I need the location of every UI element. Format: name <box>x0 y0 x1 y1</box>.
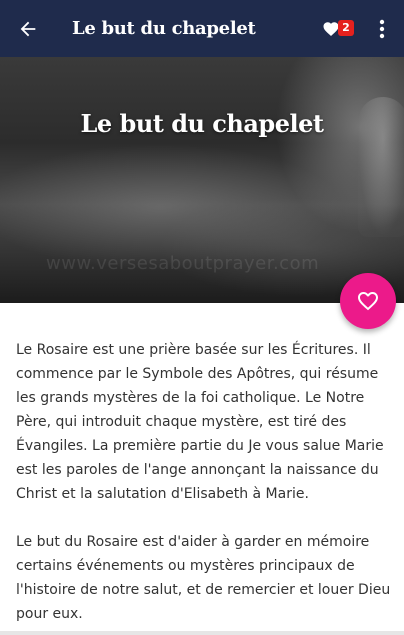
hero-image: Le but du chapelet www.versesaboutprayer… <box>0 57 404 303</box>
favorite-fab-button[interactable] <box>340 273 396 329</box>
arrow-left-icon <box>20 21 36 36</box>
more-vertical-icon <box>379 19 385 38</box>
hero-title: Le but du chapelet <box>80 109 324 138</box>
favorites-count-badge: 2 <box>338 20 354 36</box>
overflow-menu-button[interactable] <box>366 0 398 57</box>
hero-watermark: www.versesaboutprayer.com <box>46 253 320 274</box>
back-button[interactable] <box>0 0 56 57</box>
favorites-button[interactable]: 2 <box>320 0 356 57</box>
app-bar-title: Le but du chapelet <box>72 18 256 39</box>
bottom-divider <box>0 631 404 635</box>
article-body: Le Rosaire est une prière basée sur les … <box>16 338 392 635</box>
article-paragraph: Le but du Rosaire est d'aider à garder e… <box>16 534 391 622</box>
app-bar: Le but du chapelet 2 <box>0 0 404 57</box>
heart-outline-icon <box>358 292 378 311</box>
article-paragraph: Le Rosaire est une prière basée sur les … <box>16 342 384 502</box>
